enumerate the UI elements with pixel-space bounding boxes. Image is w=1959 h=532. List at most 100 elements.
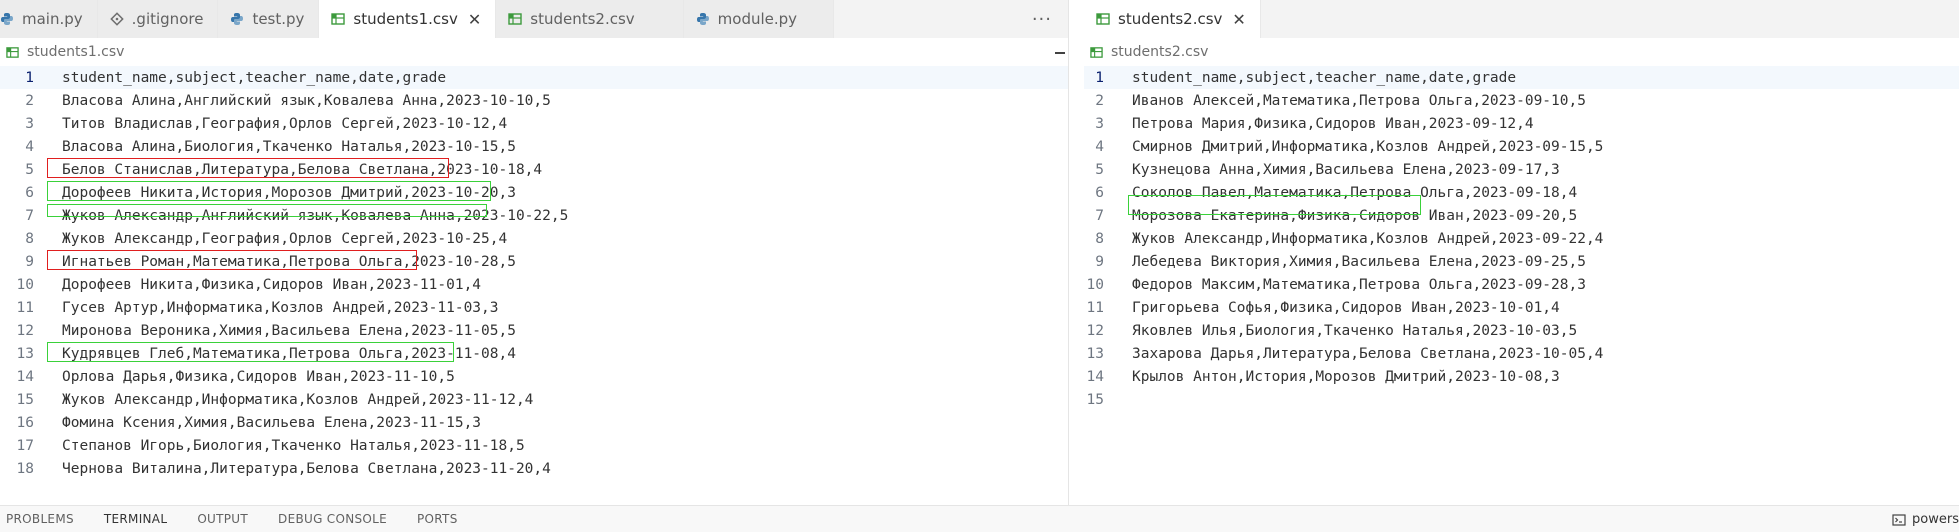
code-line[interactable]: 8 Жуков Александр,Информатика,Козлов Андр… [1084,227,1959,250]
panel-tab-terminal[interactable]: TERMINAL [104,512,167,526]
line-text[interactable]: Жуков Александр,Информатика,Козлов Андре… [62,392,533,408]
green-highlight-box [47,204,487,217]
python-icon [0,12,14,26]
line-number: 7 [1095,207,1104,224]
python-icon [696,12,710,26]
line-number: 10 [16,276,34,293]
code-line[interactable]: 15 [1084,388,1959,411]
code-line[interactable]: 14 Орлова Дарья,Физика,Сидоров Иван,2023-… [0,365,1068,388]
terminal-selector[interactable]: powers [1892,506,1959,532]
line-text[interactable]: Орлова Дарья,Физика,Сидоров Иван,2023-11… [62,369,455,385]
code-line[interactable]: 11 Гусев Артур,Информатика,Козлов Андрей,… [0,296,1068,319]
code-line[interactable]: 4 Власова Алина,Биология,Ткаченко Наталья… [0,135,1068,158]
line-text[interactable]: Смирнов Дмитрий,Информатика,Козлов Андре… [1132,139,1603,155]
line-text[interactable]: Яковлев Илья,Биология,Ткаченко Наталья,2… [1132,323,1577,339]
tab-label: .gitignore [131,10,204,28]
code-editor-right[interactable]: 1 student_name,subject,teacher_name,date,… [1084,66,1959,411]
panel-tab-problems[interactable]: PROBLEMS [6,512,74,526]
more-actions-icon[interactable]: ··· [1032,0,1052,38]
code-line[interactable]: 10 Федоров Максим,Математика,Петрова Ольг… [1084,273,1959,296]
breadcrumb-file[interactable]: students2.csv [1111,44,1208,60]
line-number: 16 [16,414,34,431]
code-line[interactable]: 13 Захарова Дарья,Литература,Белова Светл… [1084,342,1959,365]
code-line[interactable]: 12 Яковлев Илья,Биология,Ткаченко Наталья… [1084,319,1959,342]
tab-students1-csv[interactable]: students1.csv ✕ [319,0,497,38]
breadcrumb-file[interactable]: students1.csv [27,44,124,60]
line-text[interactable]: Жуков Александр,Информатика,Козлов Андре… [1132,231,1603,247]
line-text[interactable]: student_name,subject,teacher_name,date,g… [62,70,446,86]
line-text[interactable]: Миронова Вероника,Химия,Васильева Елена,… [62,323,516,339]
line-number: 6 [25,184,34,201]
editor-split-sash[interactable] [1068,0,1084,505]
line-text[interactable]: Степанов Игорь,Биология,Ткаченко Наталья… [62,438,525,454]
tab-label: main.py [22,10,83,28]
panel-tab-output[interactable]: OUTPUT [197,512,248,526]
terminal-icon [1892,513,1906,527]
line-number: 10 [1086,276,1104,293]
code-line[interactable]: 17 Степанов Игорь,Биология,Ткаченко Натал… [0,434,1068,457]
code-line[interactable]: 2 Власова Алина,Английский язык,Ковалева … [0,89,1068,112]
code-line[interactable]: 15 Жуков Александр,Информатика,Козлов Анд… [0,388,1068,411]
code-line[interactable]: 1 student_name,subject,teacher_name,date,… [0,66,1068,89]
tab-test-py[interactable]: test.py [218,0,320,38]
code-line[interactable]: 9 Лебедева Виктория,Химия,Васильева Елена… [1084,250,1959,273]
line-text[interactable]: Фомина Ксения,Химия,Васильева Елена,2023… [62,415,481,431]
green-highlight-box [47,181,491,201]
line-number: 14 [16,368,34,385]
line-text[interactable]: Иванов Алексей,Математика,Петрова Ольга,… [1132,93,1586,109]
code-line[interactable]: 18 Чернова Виталина,Литература,Белова Све… [0,457,1068,480]
close-icon[interactable]: ✕ [1232,10,1245,29]
line-number: 6 [1095,184,1104,201]
line-text[interactable]: Петрова Мария,Физика,Сидоров Иван,2023-0… [1132,116,1534,132]
line-text[interactable]: Жуков Александр,География,Орлов Сергей,2… [62,231,507,247]
line-text[interactable]: student_name,subject,teacher_name,date,g… [1132,70,1516,86]
code-line[interactable]: 2 Иванов Алексей,Математика,Петрова Ольга… [1084,89,1959,112]
tab-students2-csv[interactable]: students2.csv [496,0,684,38]
panel-tab-debug-console[interactable]: DEBUG CONSOLE [278,512,387,526]
code-line[interactable]: 16 Фомина Ксения,Химия,Васильева Елена,20… [0,411,1068,434]
line-text[interactable]: Крылов Антон,История,Морозов Дмитрий,202… [1132,369,1560,385]
code-editor-left[interactable]: 1 student_name,subject,teacher_name,date,… [0,66,1068,480]
line-text[interactable]: Лебедева Виктория,Химия,Васильева Елена,… [1132,254,1586,270]
line-text[interactable]: Гусев Артур,Информатика,Козлов Андрей,20… [62,300,499,316]
csv-table-icon [331,12,346,26]
line-text[interactable]: Власова Алина,Биология,Ткаченко Наталья,… [62,139,516,155]
line-text[interactable]: Федоров Максим,Математика,Петрова Ольга,… [1132,277,1586,293]
panel-tab-ports[interactable]: PORTS [417,512,458,526]
line-text[interactable]: Власова Алина,Английский язык,Ковалева А… [62,93,551,109]
tab-main-py[interactable]: main.py [0,0,98,38]
line-text[interactable]: Захарова Дарья,Литература,Белова Светлан… [1132,346,1603,362]
green-highlight-box [47,342,454,362]
tab-module-py[interactable]: module.py [683,0,835,38]
line-number: 15 [16,391,34,408]
python-icon [230,12,244,26]
tab-gitignore[interactable]: .gitignore [97,0,219,38]
line-text[interactable]: Дорофеев Никита,Физика,Сидоров Иван,2023… [62,277,481,293]
code-line[interactable]: 3 Титов Владислав,География,Орлов Сергей,… [0,112,1068,135]
code-line[interactable]: 12 Миронова Вероника,Химия,Васильева Елен… [0,319,1068,342]
code-line[interactable]: 5 Кузнецова Анна,Химия,Васильева Елена,20… [1084,158,1959,181]
line-number: 5 [1095,161,1104,178]
csv-table-icon [6,46,19,59]
line-number: 15 [1086,391,1104,408]
code-line[interactable]: 8 Жуков Александр,География,Орлов Сергей,… [0,227,1068,250]
code-line[interactable]: 1 student_name,subject,teacher_name,date,… [1084,66,1959,89]
close-icon[interactable]: ✕ [468,10,481,29]
code-line[interactable]: 3 Петрова Мария,Физика,Сидоров Иван,2023-… [1084,112,1959,135]
code-line[interactable]: 10 Дорофеев Никита,Физика,Сидоров Иван,20… [0,273,1068,296]
breadcrumb: students1.csv [0,38,1068,66]
line-text[interactable]: Чернова Виталина,Литература,Белова Светл… [62,461,551,477]
code-line[interactable]: 11 Григорьева Софья,Физика,Сидоров Иван,2… [1084,296,1959,319]
line-number: 14 [1086,368,1104,385]
line-number: 3 [25,115,34,132]
line-number: 11 [16,299,34,316]
line-text[interactable]: Титов Владислав,География,Орлов Сергей,2… [62,116,507,132]
code-line[interactable]: 14 Крылов Антон,История,Морозов Дмитрий,2… [1084,365,1959,388]
code-line[interactable]: 4 Смирнов Дмитрий,Информатика,Козлов Андр… [1084,135,1959,158]
csv-table-icon [1096,12,1110,26]
line-text[interactable]: Кузнецова Анна,Химия,Васильева Елена,202… [1132,162,1560,178]
line-number: 12 [1086,322,1104,339]
line-text[interactable]: Григорьева Софья,Физика,Сидоров Иван,202… [1132,300,1560,316]
tab-students2-csv-right[interactable]: students2.csv ✕ [1084,0,1261,38]
line-number: 9 [1095,253,1104,270]
